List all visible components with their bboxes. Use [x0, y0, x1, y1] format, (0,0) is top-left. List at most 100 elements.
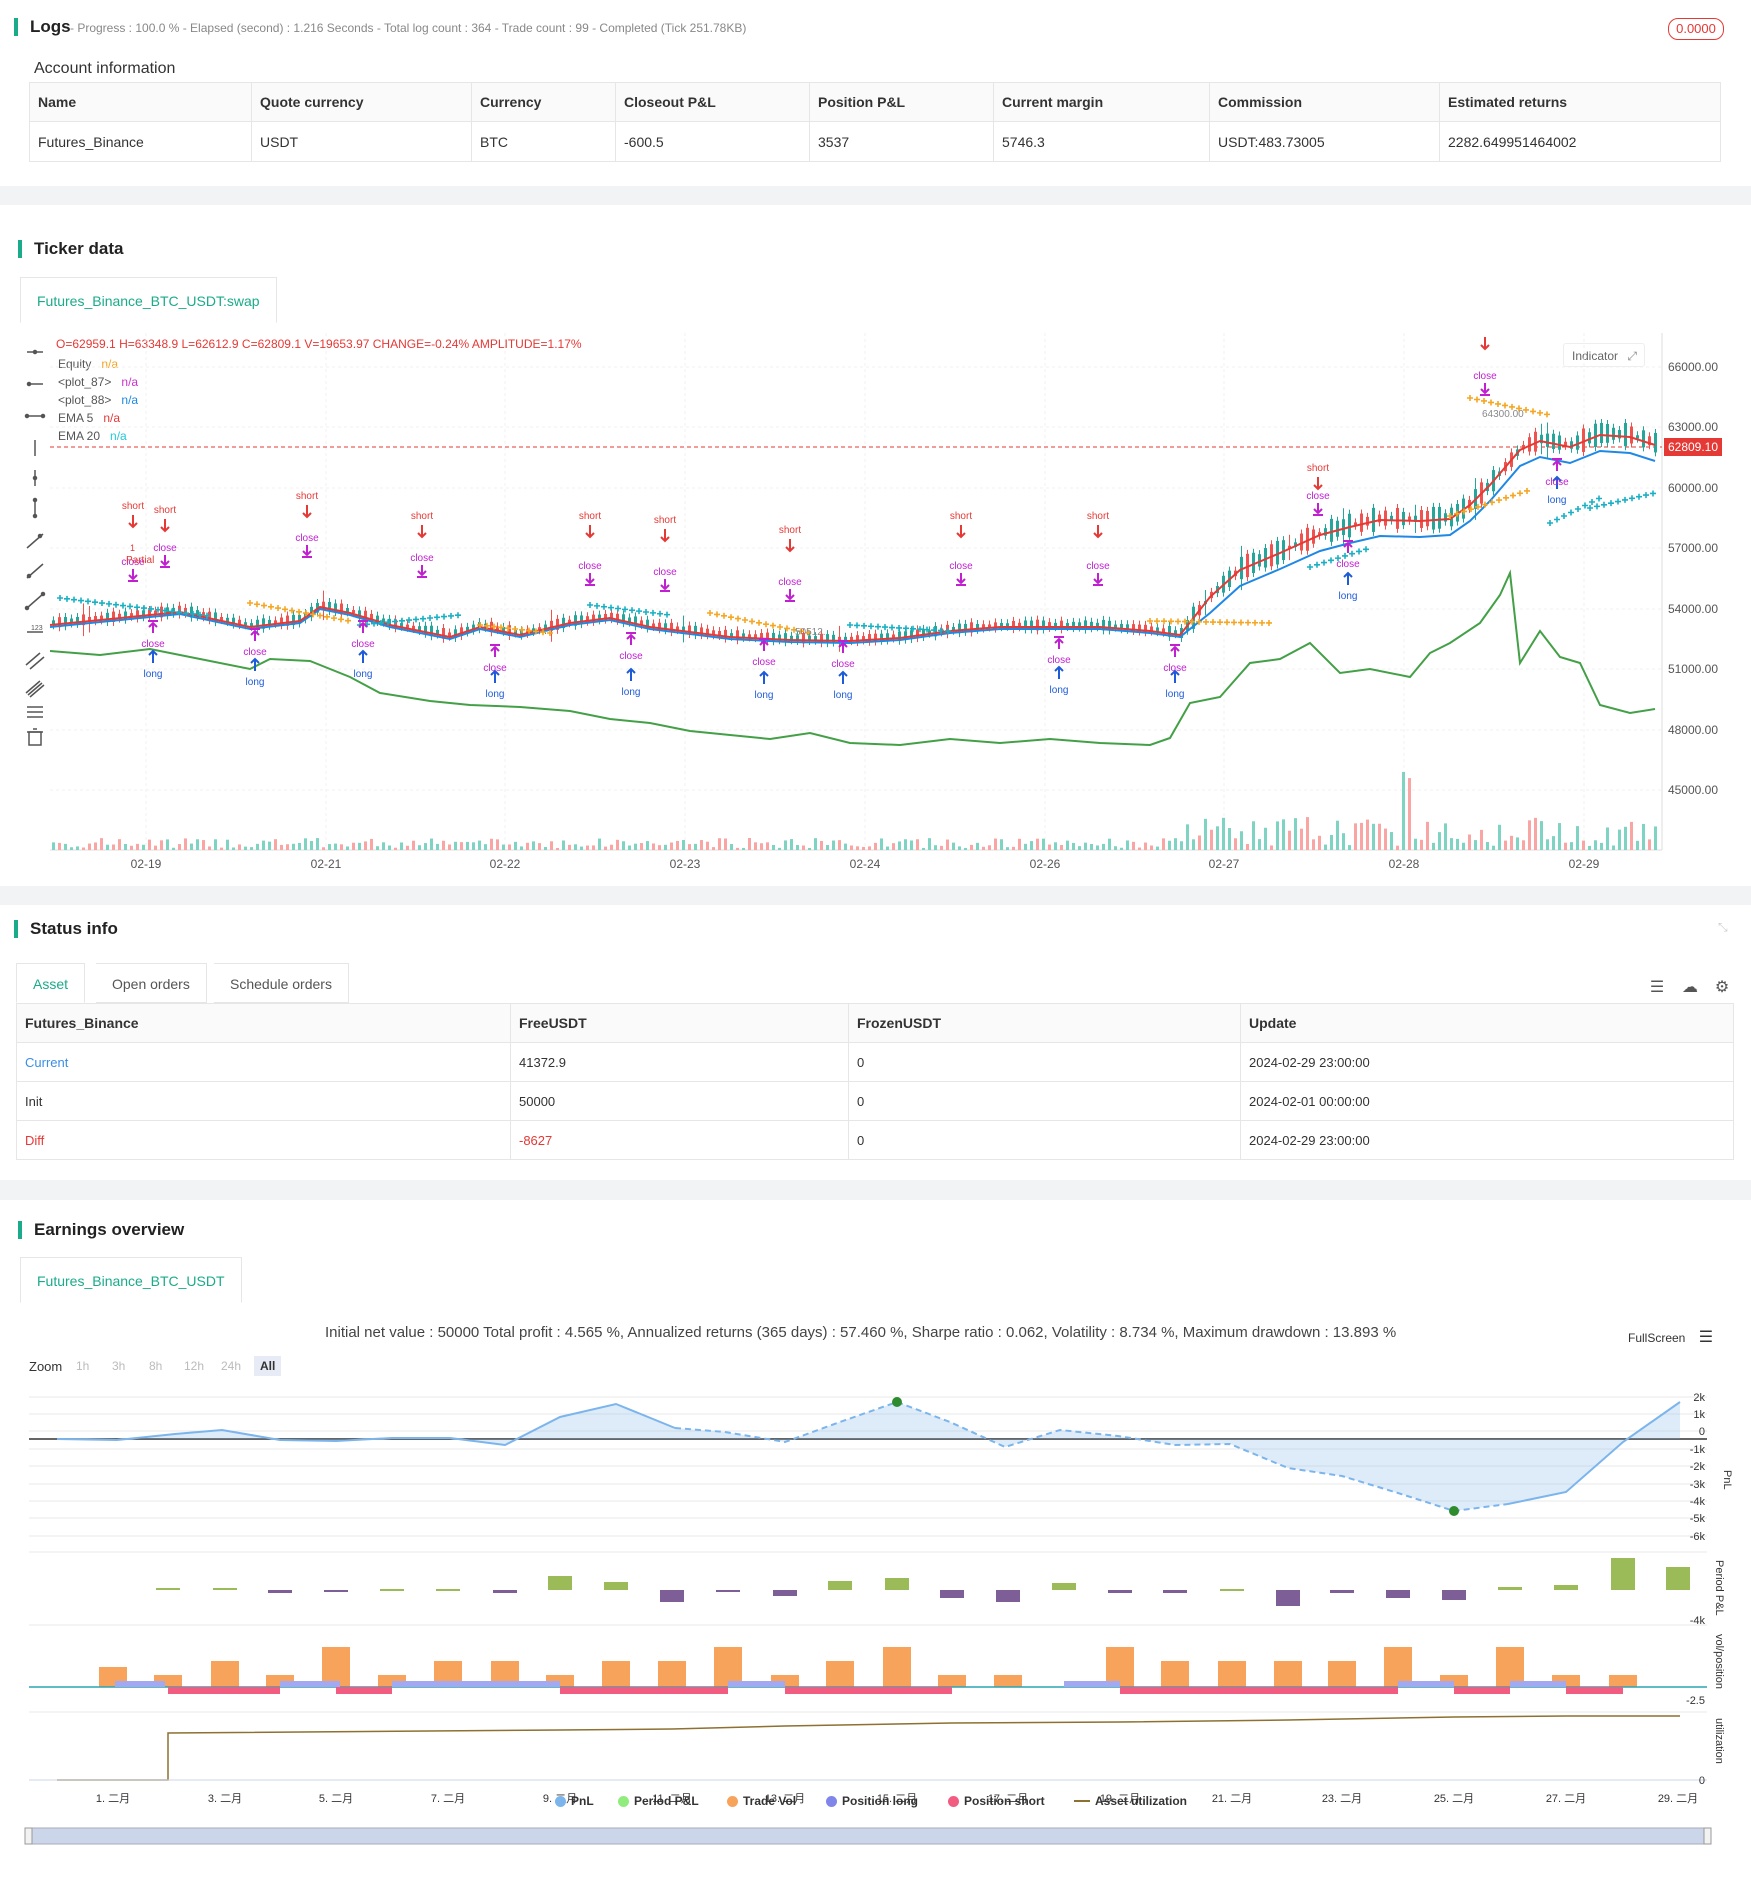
plot-marker: [296, 608, 302, 615]
price-tick-label: 66000.00: [1668, 360, 1718, 374]
volume-bar: [1486, 841, 1489, 850]
plot-marker: [756, 619, 762, 626]
volume-bar: [1552, 836, 1555, 850]
earn-x-tick-label: 7. 二月: [431, 1793, 465, 1805]
close-arrow-icon: [785, 589, 795, 602]
zoom-1h[interactable]: 1h: [72, 1356, 93, 1376]
plot-marker: [1608, 500, 1614, 507]
parallel-line-icon[interactable]: [25, 652, 45, 670]
candle-body: [1330, 518, 1333, 542]
volume-bar: [490, 838, 493, 850]
plot-marker: [847, 622, 853, 628]
plot-marker: [1363, 546, 1369, 553]
volume-bar: [856, 846, 859, 850]
period-pnl-bar: [1498, 1587, 1522, 1590]
volume-bar: [1648, 839, 1651, 850]
navigator-handle-left: [24, 1827, 33, 1845]
long-signal-label: long: [1339, 591, 1358, 602]
zoom-8h[interactable]: 8h: [145, 1356, 166, 1376]
segment-line-icon[interactable]: [24, 591, 46, 611]
price-channel-icon[interactable]: [25, 680, 45, 698]
volume-bar: [700, 840, 703, 850]
trend-line-icon[interactable]: [26, 533, 44, 549]
zoom-24h[interactable]: 24h: [217, 1356, 245, 1376]
zoom-3h[interactable]: 3h: [108, 1356, 129, 1376]
legend-label: Position short: [964, 1794, 1045, 1808]
candle-body: [1654, 432, 1657, 453]
zoom-12h[interactable]: 12h: [180, 1356, 208, 1376]
plot-marker: [1629, 495, 1635, 502]
volume-bar: [1180, 841, 1183, 850]
trash-icon[interactable]: [27, 728, 43, 746]
ticker-tab[interactable]: Futures_Binance_BTC_USDT:swap: [20, 277, 277, 323]
earn-legend-long[interactable]: Position long: [826, 1794, 918, 1808]
earnings-chart[interactable]: 2k 1k 0 -1k -2k -3k -4k -5k -6k PnL -4k Period P&L -…: [0, 1380, 1751, 1855]
earn-legend-pnl[interactable]: PnL: [555, 1794, 594, 1808]
position-long-bar: [1510, 1681, 1566, 1687]
candle-body: [1612, 427, 1615, 440]
tab-open-orders[interactable]: Open orders: [96, 963, 207, 1003]
volume-bar: [748, 838, 751, 850]
close-arrow-icon: [1170, 644, 1180, 657]
account-col-margin: Current margin: [993, 82, 1210, 122]
vertical-segment-icon[interactable]: [32, 497, 38, 519]
volume-bar: [196, 839, 199, 850]
earnings-tab[interactable]: Futures_Binance_BTC_USDT: [20, 1257, 242, 1303]
zoom-all[interactable]: All: [254, 1356, 282, 1376]
earn-x-tick-label: 29. 二月: [1658, 1793, 1698, 1805]
candle-body: [1642, 430, 1645, 448]
candlestick-chart[interactable]: 66000.00 63000.00 60000.00 57000.00 54000.00…: [50, 333, 1730, 873]
volume-bar: [1102, 843, 1105, 850]
volume-bar: [604, 846, 607, 850]
vertical-ray-icon[interactable]: [32, 470, 38, 486]
volume-bar: [772, 844, 775, 850]
asset-cell: -8627: [510, 1120, 849, 1160]
tab-schedule-orders[interactable]: Schedule orders: [214, 963, 349, 1003]
volume-bar: [1288, 830, 1291, 850]
fibonacci-icon[interactable]: [27, 706, 43, 718]
volume-bar: [1024, 843, 1027, 850]
volume-bar: [694, 843, 697, 850]
earn-legend-util[interactable]: Asset utilization: [1074, 1794, 1187, 1808]
earn-legend-short[interactable]: Position short: [948, 1794, 1045, 1808]
gear-icon[interactable]: ⚙: [1712, 977, 1732, 997]
volume-bar: [844, 843, 847, 850]
short-arrow-icon: [660, 529, 670, 543]
volume-bar: [1030, 841, 1033, 850]
volume-bar: [460, 842, 463, 850]
volume-bar: [76, 846, 79, 850]
fullscreen-button[interactable]: FullScreen ☰: [1628, 1327, 1713, 1347]
pnl-tick-label: 0: [1699, 1426, 1705, 1438]
range-navigator[interactable]: [0, 1822, 1751, 1852]
plot-marker: [1495, 400, 1501, 407]
volume-bar: [334, 843, 337, 850]
volume-bar: [874, 842, 877, 850]
horizontal-line-icon[interactable]: [27, 349, 43, 355]
volume-bar: [70, 847, 73, 850]
volume-bar: [1474, 840, 1477, 850]
cloud-download-icon[interactable]: ☁: [1680, 977, 1700, 997]
logs-status: - Progress : 100.0 % - Elapsed (second) …: [70, 21, 747, 35]
earn-legend-period[interactable]: Period P&L: [618, 1794, 699, 1808]
ray-line-icon[interactable]: [26, 563, 44, 579]
volume-bar: [448, 844, 451, 850]
list-icon[interactable]: ☰: [1647, 977, 1667, 997]
logs-badge[interactable]: 0.0000: [1668, 18, 1724, 40]
close-signal-label: close: [831, 659, 855, 670]
period-pnl-bar: [773, 1590, 797, 1596]
tab-asset[interactable]: Asset: [16, 963, 86, 1003]
volume-bar: [646, 841, 649, 850]
horizontal-ray-icon[interactable]: [26, 381, 43, 387]
plot-marker: [1467, 395, 1473, 401]
collapse-icon[interactable]: ⤡: [1718, 920, 1728, 935]
period-pnl-bar: [1330, 1590, 1354, 1593]
volume-bar: [1528, 820, 1531, 850]
candle-body: [1420, 510, 1423, 528]
plot-marker: [427, 615, 433, 621]
plot-marker: [455, 612, 461, 619]
volume-bar: [166, 839, 169, 850]
horizontal-segment-icon[interactable]: [24, 413, 46, 419]
price-line-icon[interactable]: 123: [27, 625, 43, 633]
position-short-bar: [1566, 1687, 1623, 1694]
earn-legend-vol[interactable]: Trade Vol: [727, 1794, 796, 1808]
